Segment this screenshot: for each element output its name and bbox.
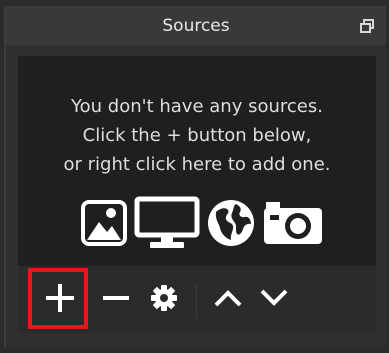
dock-header: Sources <box>6 6 386 47</box>
move-source-up-button[interactable] <box>206 278 250 322</box>
globe-icon <box>206 198 256 252</box>
float-icon[interactable] <box>360 18 374 33</box>
image-icon <box>80 198 128 252</box>
move-up-icon <box>213 288 243 312</box>
empty-line-1: You don't have any sources. <box>71 96 323 117</box>
empty-line-3: or right click here to add one. <box>63 154 331 175</box>
remove-icon <box>100 282 132 318</box>
toolbar-separator <box>196 284 197 318</box>
source-properties-button[interactable] <box>142 278 186 322</box>
empty-message: You don't have any sources. Click the + … <box>18 92 376 179</box>
properties-gear-icon <box>151 285 177 315</box>
move-source-down-button[interactable] <box>252 278 296 322</box>
add-button-highlight <box>28 268 88 329</box>
camera-icon <box>262 198 324 252</box>
monitor-icon <box>134 196 200 254</box>
remove-source-button[interactable] <box>94 278 138 322</box>
empty-line-2: Click the + button below, <box>82 125 312 146</box>
sources-list[interactable]: You don't have any sources. Click the + … <box>18 56 376 266</box>
dock-title: Sources <box>162 16 230 36</box>
source-type-icons <box>80 196 324 254</box>
move-down-icon <box>259 288 289 312</box>
